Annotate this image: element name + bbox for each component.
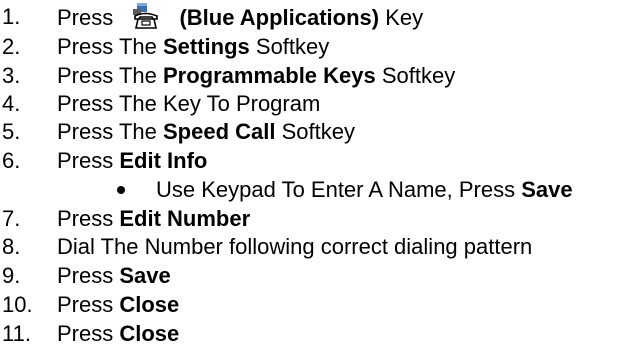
text-run: Press The	[57, 119, 163, 144]
text-run: Use Keypad To Enter A Name, Press	[156, 177, 522, 202]
step-text: Press The Key To Program	[57, 90, 320, 118]
bold-term: Edit Info	[119, 148, 208, 173]
step-text: Press Edit Number	[57, 205, 250, 233]
bold-term: Close	[119, 321, 180, 346]
step-text: Press The Programmable Keys Softkey	[57, 62, 455, 90]
text-run: Press	[57, 292, 120, 317]
step-number: 7.	[2, 206, 21, 231]
blue-applications-phone-icon	[123, 3, 171, 31]
step-text: Press The Speed Call Softkey	[57, 118, 355, 146]
bold-term: Settings	[162, 34, 250, 59]
step-text: Use Keypad To Enter A Name, Press Save	[156, 176, 573, 204]
step-text: Press (Blue Applications) Key	[57, 3, 423, 32]
text-run: Press The	[57, 63, 163, 88]
text-run: Press	[57, 206, 120, 231]
step-number: 1.	[2, 4, 21, 29]
text-run: Press	[57, 321, 120, 346]
bold-term: Save	[119, 263, 171, 288]
step-text: Press Edit Info	[57, 147, 207, 175]
step-text: Press Save	[57, 262, 171, 290]
text-run: Softkey	[375, 63, 456, 88]
text-run: Press	[57, 263, 120, 288]
bold-term: Close	[119, 292, 180, 317]
step-text: Press The Settings Softkey	[57, 33, 329, 61]
step-number: 5.	[2, 119, 21, 144]
text-run: Press	[57, 5, 120, 30]
text-run: Press The Key To Program	[57, 91, 321, 116]
text-run: Softkey	[249, 34, 330, 59]
bullet-icon	[117, 186, 125, 194]
step-number: 8.	[2, 234, 21, 259]
page: { "steps": [ {"number": "1.", "parts": […	[0, 0, 629, 352]
step-number: 9.	[2, 263, 21, 288]
text-run: Press	[57, 148, 120, 173]
bold-term: Save	[521, 177, 573, 202]
text-run: Dial The Number following correct dialin…	[57, 234, 533, 259]
step-number: 11.	[2, 321, 31, 346]
step-number: 2.	[2, 34, 21, 59]
bold-term: Programmable Keys	[162, 63, 376, 88]
step-number: 10.	[2, 292, 33, 317]
bold-term: (Blue Applications)	[173, 5, 380, 30]
step-text: Dial The Number following correct dialin…	[57, 233, 532, 261]
step-number: 6.	[2, 148, 21, 173]
step-number: 3.	[2, 63, 21, 88]
text-run: Key	[379, 5, 424, 30]
text-run: Softkey	[275, 119, 355, 144]
bold-term: Edit Number	[119, 206, 251, 231]
step-text: Press Close	[57, 291, 179, 319]
text-run: Press The	[57, 34, 163, 59]
step-text: Press Close	[57, 320, 179, 348]
step-number: 4.	[2, 91, 21, 116]
bold-term: Speed Call	[162, 119, 276, 144]
